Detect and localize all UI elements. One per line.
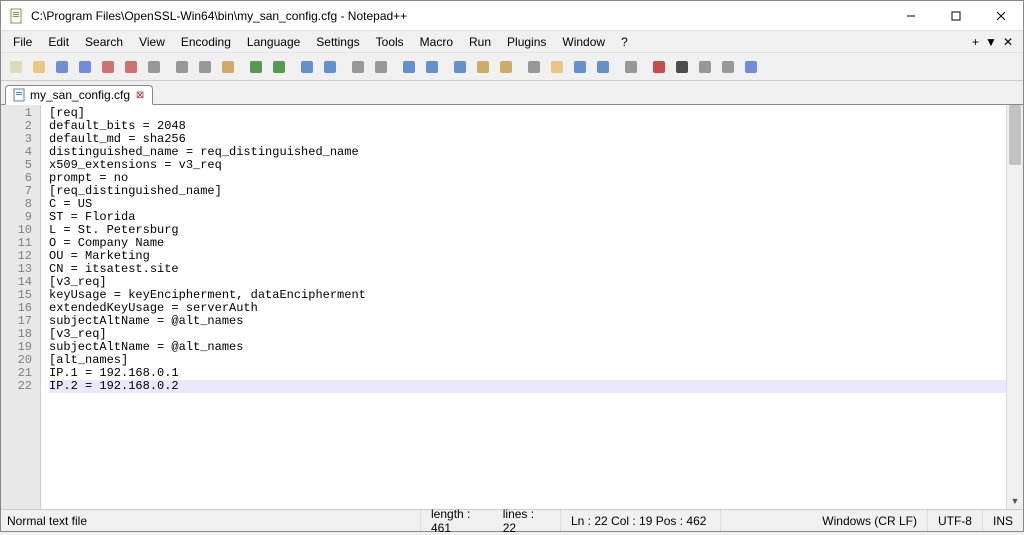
undo-icon[interactable] bbox=[245, 56, 267, 78]
tab-bar: my_san_config.cfg ⊠ bbox=[1, 81, 1023, 105]
menu-macro[interactable]: Macro bbox=[412, 33, 461, 51]
menu-settings[interactable]: Settings bbox=[308, 33, 367, 51]
line-number: 22 bbox=[1, 380, 32, 393]
wordwrap-icon[interactable] bbox=[449, 56, 471, 78]
stop-icon[interactable] bbox=[671, 56, 693, 78]
zoom-in-icon[interactable] bbox=[347, 56, 369, 78]
code-line[interactable]: x509_extensions = v3_req bbox=[49, 159, 1006, 172]
indent-guide-icon[interactable] bbox=[495, 56, 517, 78]
copy-icon[interactable] bbox=[194, 56, 216, 78]
close-button[interactable] bbox=[978, 1, 1023, 30]
maximize-button[interactable] bbox=[933, 1, 978, 30]
sync-h-icon[interactable] bbox=[421, 56, 443, 78]
replace-icon[interactable] bbox=[319, 56, 341, 78]
close-all-icon[interactable] bbox=[120, 56, 142, 78]
code-line[interactable]: [req_distinguished_name] bbox=[49, 185, 1006, 198]
cut-icon[interactable] bbox=[171, 56, 193, 78]
menu-plugins[interactable]: Plugins bbox=[499, 33, 554, 51]
toolbar bbox=[1, 53, 1023, 81]
tab-close-icon[interactable]: ⊠ bbox=[134, 89, 146, 101]
status-bar: Normal text file length : 461 lines : 22… bbox=[1, 509, 1023, 531]
menu-file[interactable]: File bbox=[5, 33, 40, 51]
paste-icon[interactable] bbox=[217, 56, 239, 78]
plus-icon[interactable]: + bbox=[972, 35, 979, 49]
menu-encoding[interactable]: Encoding bbox=[173, 33, 239, 51]
func-list-icon[interactable] bbox=[592, 56, 614, 78]
line-number-gutter: 12345678910111213141516171819202122 bbox=[1, 105, 41, 509]
code-line[interactable]: [req] bbox=[49, 107, 1006, 120]
lang-icon[interactable] bbox=[523, 56, 545, 78]
status-length: length : 461 lines : 22 bbox=[421, 510, 561, 531]
minimize-button[interactable] bbox=[888, 1, 933, 30]
dropdown-icon[interactable]: ▼ bbox=[985, 35, 997, 49]
code-line[interactable]: IP.2 = 192.168.0.2 bbox=[49, 380, 1006, 393]
status-filetype: Normal text file bbox=[1, 510, 421, 531]
code-line[interactable]: C = US bbox=[49, 198, 1006, 211]
scroll-thumb[interactable] bbox=[1009, 105, 1021, 165]
menu-[interactable]: ? bbox=[613, 33, 636, 51]
tab-active[interactable]: my_san_config.cfg ⊠ bbox=[5, 85, 153, 105]
close-panel-icon[interactable]: ✕ bbox=[1003, 35, 1013, 49]
menu-bar: FileEditSearchViewEncodingLanguageSettin… bbox=[1, 31, 1023, 53]
zoom-out-icon[interactable] bbox=[370, 56, 392, 78]
file-icon bbox=[12, 88, 26, 102]
doc-map-icon[interactable] bbox=[569, 56, 591, 78]
editor[interactable]: 12345678910111213141516171819202122 [req… bbox=[1, 105, 1023, 509]
folder-icon[interactable] bbox=[546, 56, 568, 78]
print-icon[interactable] bbox=[143, 56, 165, 78]
status-position: Ln : 22 Col : 19 Pos : 462 bbox=[561, 510, 721, 531]
vertical-scrollbar[interactable]: ▲ ▼ bbox=[1006, 105, 1023, 509]
status-encoding: UTF-8 bbox=[928, 510, 983, 531]
menu-search[interactable]: Search bbox=[77, 33, 131, 51]
code-line[interactable]: [alt_names] bbox=[49, 354, 1006, 367]
close-icon[interactable] bbox=[97, 56, 119, 78]
record-icon[interactable] bbox=[648, 56, 670, 78]
window-title: C:\Program Files\OpenSSL-Win64\bin\my_sa… bbox=[31, 9, 888, 23]
redo-icon[interactable] bbox=[268, 56, 290, 78]
menu-language[interactable]: Language bbox=[239, 33, 308, 51]
code-line[interactable]: subjectAltName = @alt_names bbox=[49, 341, 1006, 354]
status-mode: INS bbox=[983, 510, 1023, 531]
code-line[interactable]: subjectAltName = @alt_names bbox=[49, 315, 1006, 328]
menu-edit[interactable]: Edit bbox=[40, 33, 77, 51]
code-line[interactable]: default_bits = 2048 bbox=[49, 120, 1006, 133]
play-multi-icon[interactable] bbox=[717, 56, 739, 78]
monitor-icon[interactable] bbox=[620, 56, 642, 78]
open-file-icon[interactable] bbox=[28, 56, 50, 78]
tab-label: my_san_config.cfg bbox=[30, 88, 130, 102]
menu-tools[interactable]: Tools bbox=[368, 33, 412, 51]
code-area[interactable]: [req]default_bits = 2048default_md = sha… bbox=[41, 105, 1006, 509]
sync-v-icon[interactable] bbox=[398, 56, 420, 78]
all-chars-icon[interactable] bbox=[472, 56, 494, 78]
code-line[interactable]: O = Company Name bbox=[49, 237, 1006, 250]
code-line[interactable]: CN = itsatest.site bbox=[49, 263, 1006, 276]
play-icon[interactable] bbox=[694, 56, 716, 78]
app-icon bbox=[9, 8, 25, 24]
status-eol: Windows (CR LF) bbox=[812, 510, 928, 531]
save-macro-icon[interactable] bbox=[740, 56, 762, 78]
save-all-icon[interactable] bbox=[74, 56, 96, 78]
new-file-icon[interactable] bbox=[5, 56, 27, 78]
title-bar: C:\Program Files\OpenSSL-Win64\bin\my_sa… bbox=[1, 1, 1023, 31]
find-icon[interactable] bbox=[296, 56, 318, 78]
code-line[interactable]: ST = Florida bbox=[49, 211, 1006, 224]
code-line[interactable]: IP.1 = 192.168.0.1 bbox=[49, 367, 1006, 380]
save-icon[interactable] bbox=[51, 56, 73, 78]
menu-run[interactable]: Run bbox=[461, 33, 499, 51]
menu-window[interactable]: Window bbox=[554, 33, 613, 51]
code-line[interactable]: L = St. Petersburg bbox=[49, 224, 1006, 237]
menu-view[interactable]: View bbox=[131, 33, 173, 51]
scroll-down-icon[interactable]: ▼ bbox=[1007, 492, 1023, 509]
code-line[interactable]: OU = Marketing bbox=[49, 250, 1006, 263]
